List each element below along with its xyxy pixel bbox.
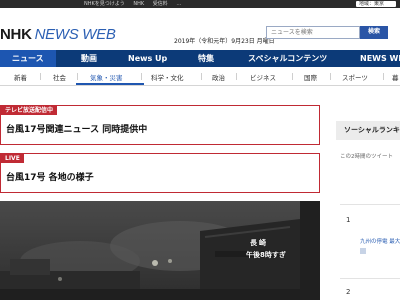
tv-broadcast-badge: テレビ放送配信中 [1, 106, 58, 115]
logo-nhk: NHK [0, 26, 32, 43]
category-new[interactable]: 新着 [14, 72, 27, 82]
utility-links: NHKを見つけよう NHK 受信料 … [84, 0, 188, 8]
main-nav-newsweb[interactable]: NEWS WEB [360, 50, 400, 67]
live-badge: LIVE [1, 154, 24, 163]
main-nav-features[interactable]: 特集 [198, 50, 214, 67]
category-science-culture[interactable]: 科学・文化 [151, 72, 184, 82]
top-utility-bar: NHKを見つけよう NHK 受信料 … 地域：東京 [0, 0, 400, 8]
category-divider [236, 73, 237, 80]
category-divider [201, 73, 202, 80]
search-input[interactable] [266, 26, 360, 39]
live-title[interactable]: 台風17号 各地の様子 [6, 170, 94, 183]
tv-broadcast-box[interactable]: テレビ放送配信中 台風17号関連ニュース 同時提供中 [0, 105, 320, 145]
social-ranking-heading: ソーシャルランキング [336, 121, 400, 140]
category-divider [292, 73, 293, 80]
search-button[interactable]: 検索 [360, 26, 388, 39]
active-category-indicator [76, 83, 144, 85]
rank-number: 2 [346, 288, 351, 296]
category-divider [383, 73, 384, 80]
main-nav-special-contents[interactable]: スペシャルコンテンツ [248, 50, 327, 67]
rank-item-link[interactable]: 九州の停電 最大約1 [360, 237, 400, 245]
category-politics[interactable]: 政治 [212, 72, 225, 82]
tv-broadcast-title[interactable]: 台風17号関連ニュース 同時提供中 [6, 122, 147, 135]
category-weather-disaster[interactable]: 気象・災害 [90, 72, 123, 82]
social-ranking-subtitle: この2時間のツイート [340, 154, 393, 160]
category-life[interactable]: 暮 [392, 72, 399, 82]
ranking-divider [340, 204, 400, 205]
category-divider [141, 73, 142, 80]
category-international[interactable]: 国際 [304, 72, 317, 82]
utility-link[interactable]: NHK [133, 1, 144, 7]
category-divider [40, 73, 41, 80]
live-box[interactable]: LIVE 台風17号 各地の様子 [0, 153, 320, 193]
region-select[interactable]: 地域：東京 [356, 1, 396, 7]
logo-newsweb: NEWS WEB [34, 26, 116, 43]
main-nav-news[interactable]: ニュース [0, 50, 56, 67]
utility-link[interactable]: … [176, 1, 181, 7]
category-divider [330, 73, 331, 80]
main-nav-newsup[interactable]: News Up [128, 50, 167, 67]
video-time-caption: 午後8時すぎ [246, 251, 286, 259]
category-business[interactable]: ビジネス [250, 72, 276, 82]
main-nav: ニュース 動画 News Up 特集 スペシャルコンテンツ NEWS WEB [0, 50, 400, 67]
site-logo[interactable]: NHK NEWS WEB [0, 26, 116, 44]
live-video-player[interactable]: 長崎 午後8時すぎ [0, 201, 320, 300]
utility-link[interactable]: NHKを見つけよう [84, 1, 125, 7]
current-date: 2019年（令和元年）9月23日 月曜日 [174, 38, 275, 45]
category-nav: 新着 社会 気象・災害 科学・文化 政治 ビジネス 国際 スポーツ 暮 [0, 67, 400, 86]
video-location-caption: 長崎 [250, 239, 268, 247]
rank-number: 1 [346, 216, 351, 224]
utility-link[interactable]: 受信料 [153, 1, 168, 7]
category-society[interactable]: 社会 [53, 72, 66, 82]
category-divider [77, 73, 78, 80]
category-sports[interactable]: スポーツ [342, 72, 368, 82]
rank-item-thumbnail [360, 248, 366, 254]
main-nav-video[interactable]: 動画 [81, 50, 97, 67]
ranking-divider [340, 278, 400, 279]
